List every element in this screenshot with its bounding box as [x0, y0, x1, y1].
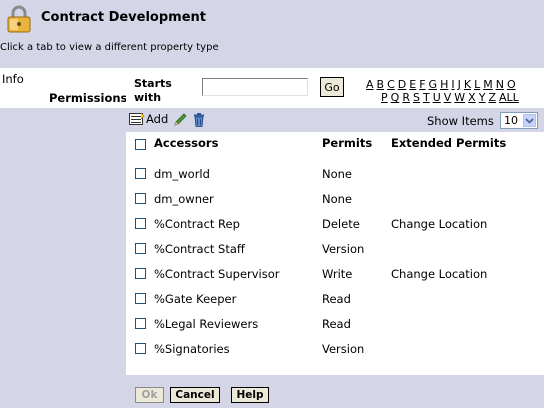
letter-link[interactable]: F	[419, 78, 425, 91]
letter-link[interactable]: P	[381, 91, 388, 104]
letter-link[interactable]: T	[423, 91, 430, 104]
accessor-cell: dm_world	[154, 167, 210, 181]
letter-link[interactable]: J	[458, 78, 461, 91]
starts-with-label: Starts with	[134, 77, 172, 104]
extended-permit-cell: Change Location	[391, 217, 488, 231]
letter-link[interactable]: W	[454, 91, 465, 104]
letter-link[interactable]: G	[429, 78, 438, 91]
table-row: dm_owner None	[126, 186, 544, 211]
help-button[interactable]: Help	[231, 387, 269, 403]
row-checkbox[interactable]	[135, 343, 146, 354]
extended-permit-cell: Change Location	[391, 267, 488, 281]
select-all-checkbox[interactable]	[135, 139, 146, 150]
row-checkbox[interactable]	[135, 318, 146, 329]
chevron-down-icon[interactable]	[523, 114, 536, 127]
accessor-cell: dm_owner	[154, 192, 214, 206]
page-header: Contract Development Click a tab to view…	[0, 0, 544, 68]
permit-cell: Version	[322, 242, 365, 256]
letter-link[interactable]: X	[468, 91, 476, 104]
starts-with-input[interactable]	[202, 78, 308, 96]
row-checkbox[interactable]	[135, 168, 146, 179]
pencil-icon[interactable]	[173, 112, 188, 127]
alphabet-filter-row-2: P Q R S T U V W X Y Z ALL	[381, 91, 522, 104]
letter-link[interactable]: C	[387, 78, 395, 91]
letter-link[interactable]: I	[451, 78, 454, 91]
accessor-cell: %Contract Staff	[154, 242, 245, 256]
show-items-value: 10	[504, 114, 518, 127]
footer: Ok Cancel Help	[0, 375, 544, 408]
table-row: %Contract Rep Delete Change Location	[126, 211, 544, 236]
permit-cell: Version	[322, 342, 365, 356]
ok-button[interactable]: Ok	[135, 387, 164, 403]
table-row: %Gate Keeper Read	[126, 286, 544, 311]
accessor-cell: %Contract Supervisor	[154, 267, 280, 281]
letter-link[interactable]: S	[413, 91, 420, 104]
permit-cell: None	[322, 167, 353, 181]
column-header-accessors: Accessors	[154, 136, 219, 150]
letter-link[interactable]: H	[440, 78, 448, 91]
cancel-button[interactable]: Cancel	[170, 387, 220, 403]
tab-info[interactable]: Info	[2, 72, 24, 86]
letter-link[interactable]: N	[496, 78, 504, 91]
letter-link[interactable]: Q	[391, 91, 400, 104]
column-header-permits: Permits	[322, 136, 373, 150]
trash-icon[interactable]	[193, 113, 205, 127]
letter-link[interactable]: L	[474, 78, 480, 91]
letter-link[interactable]: E	[409, 78, 416, 91]
filter-bar: Starts with Go ABCDEFGHIJKLMNO PQRSTUVWX…	[126, 68, 544, 108]
letter-link[interactable]: ALL	[499, 91, 519, 104]
toolbar: Add Show Items 10	[126, 108, 544, 132]
add-label[interactable]: Add	[146, 112, 168, 126]
go-button[interactable]: Go	[320, 77, 344, 97]
permit-cell: Read	[322, 317, 351, 331]
table-row: %Signatories Version	[126, 336, 544, 361]
alphabet-filter-row-1: ABCDEFGHIJKLMNO	[366, 78, 519, 91]
table-row: %Legal Reviewers Read	[126, 311, 544, 336]
lock-icon	[7, 5, 31, 33]
permissions-table: Accessors Permits Extended Permits dm_wo…	[126, 132, 544, 375]
table-row: dm_world None	[126, 161, 544, 186]
show-items-label: Show Items	[427, 114, 494, 128]
letter-link[interactable]: Y	[479, 91, 486, 104]
table-row: %Contract Supervisor Write Change Location	[126, 261, 544, 286]
letter-link[interactable]: A	[366, 78, 374, 91]
permit-cell: Delete	[322, 217, 360, 231]
permit-cell: Write	[322, 267, 353, 281]
letter-link[interactable]: U	[433, 91, 441, 104]
column-header-extended-permits: Extended Permits	[391, 136, 507, 150]
accessor-cell: %Gate Keeper	[154, 292, 237, 306]
letter-link[interactable]: K	[464, 78, 471, 91]
letter-link[interactable]: B	[377, 78, 385, 91]
letter-link[interactable]: O	[507, 78, 516, 91]
permit-cell: Read	[322, 292, 351, 306]
permit-cell: None	[322, 192, 353, 206]
letter-link[interactable]: D	[398, 78, 406, 91]
accessor-cell: %Legal Reviewers	[154, 317, 259, 331]
row-checkbox[interactable]	[135, 268, 146, 279]
add-icon[interactable]	[129, 113, 145, 126]
row-checkbox[interactable]	[135, 193, 146, 204]
property-tabs: Info Permissions	[0, 68, 127, 108]
letter-link[interactable]: M	[483, 78, 493, 91]
table-row: %Contract Staff Version	[126, 236, 544, 261]
letter-link[interactable]: V	[444, 91, 452, 104]
tab-permissions[interactable]: Permissions	[49, 91, 127, 105]
accessor-cell: %Contract Rep	[154, 217, 240, 231]
page-title: Contract Development	[41, 10, 206, 25]
show-items-select[interactable]: 10	[500, 112, 538, 129]
accessor-cell: %Signatories	[154, 342, 230, 356]
row-checkbox[interactable]	[135, 293, 146, 304]
row-checkbox[interactable]	[135, 218, 146, 229]
letter-link[interactable]: R	[402, 91, 410, 104]
letter-link[interactable]: Z	[488, 91, 496, 104]
page-subtitle: Click a tab to view a different property…	[0, 42, 219, 53]
row-checkbox[interactable]	[135, 243, 146, 254]
